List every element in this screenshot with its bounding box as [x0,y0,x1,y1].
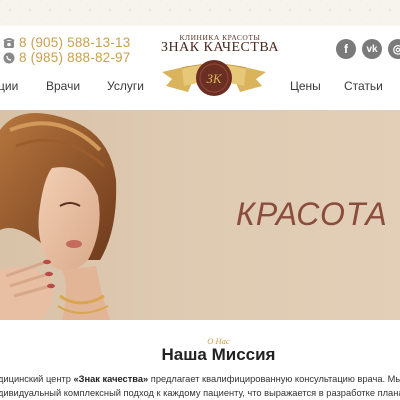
hero-banner[interactable]: КРАСОТА [0,110,400,320]
phone-row-1[interactable]: 8 (905) 588-13-13 [3,35,130,50]
mission-text-line-2: дивидуальный комплексный подход к каждом… [0,388,400,398]
instagram-icon[interactable]: ◎ [388,39,400,59]
section-title: Наша Миссия [161,345,276,364]
hero-model-image [0,112,117,320]
nav-item-promotions[interactable]: ции [0,79,18,93]
facebook-icon[interactable]: f [336,39,356,59]
site-header: 8 (905) 588-13-13 8 (985) 888-82-97 КЛИН… [0,0,400,108]
logo-seal-emblem[interactable]: ЗК [158,56,270,106]
mission-text-line-1: дицинский центр «Знак качества» предлага… [0,374,400,384]
vk-icon[interactable]: vk [362,39,382,59]
phone-number-2[interactable]: 8 (985) 888-82-97 [19,50,130,65]
phone-row-2[interactable]: 8 (985) 888-82-97 [3,50,130,65]
nav-item-doctors[interactable]: Врачи [46,79,80,93]
brand-name: «Знак качества» [73,374,149,384]
nav-item-articles[interactable]: Статьи [344,79,383,93]
nav-item-services[interactable]: Услуги [107,79,144,93]
phone-block: 8 (905) 588-13-13 8 (985) 888-82-97 [3,35,130,65]
seal-monogram: ЗК [206,71,222,86]
nav-item-prices[interactable]: Цены [290,79,321,93]
social-links: f vk ◎ [336,39,400,59]
whatsapp-icon [3,52,15,63]
hero-title: КРАСОТА [236,196,388,232]
phone-icon [3,37,15,48]
phone-number-1[interactable]: 8 (905) 588-13-13 [19,35,130,50]
logo-title[interactable]: ЗНАК КАЧЕСТВА [150,40,290,56]
